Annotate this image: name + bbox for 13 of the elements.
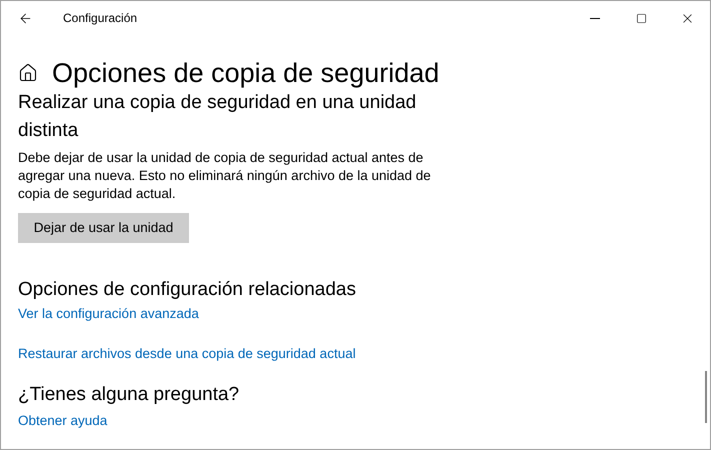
section-heading: ¿Tienes alguna pregunta?	[18, 383, 240, 407]
description-text: Debe dejar de usar la unidad de copia de seguridad actual antes de agregar una nueva. Esto no eliminará ningún archivo de la unidad de copia de seguridad actual.	[18, 149, 432, 203]
page-title: Opciones de copia de seguridad	[52, 57, 440, 90]
stop-using-drive-button[interactable]: Dejar de usar la unidad	[18, 213, 189, 243]
window-title: Configuración	[63, 10, 138, 27]
section-heading: Opciones de configuración relacionadas	[18, 278, 357, 302]
settings-link[interactable]: Restaurar archivos desde una copia de seguridad actual	[18, 345, 356, 363]
settings-link[interactable]: Ver la configuración avanzada	[18, 305, 199, 323]
help-link[interactable]: Obtener ayuda	[18, 412, 108, 430]
maximize-icon	[636, 12, 646, 24]
section-heading: Realizar una copia de seguridad en una unidad distinta	[18, 91, 418, 143]
scrollbar[interactable]	[705, 371, 707, 423]
home-icon	[18, 63, 38, 83]
